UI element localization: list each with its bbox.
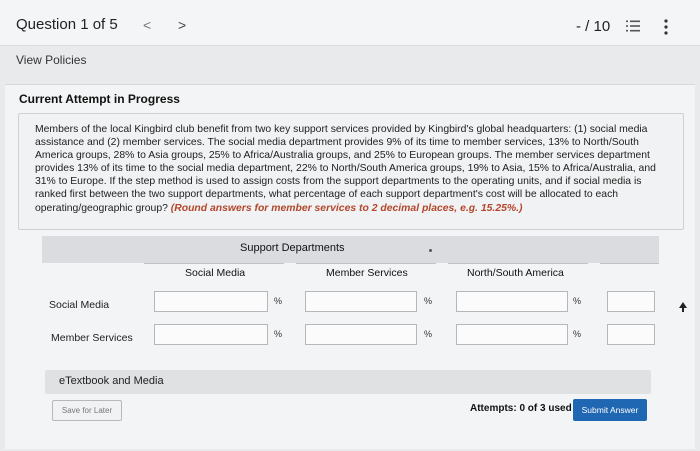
input-member-services-to-north-south-america[interactable] <box>456 324 568 345</box>
row-label-member-services: Member Services <box>51 332 133 344</box>
kebab-menu-icon[interactable] <box>664 19 668 35</box>
view-policies-link[interactable]: View Policies <box>16 53 86 67</box>
input-member-services-next-column[interactable] <box>607 324 655 345</box>
input-member-services-to-member-services[interactable] <box>305 324 417 345</box>
question-hint: (Round answers for member services to 2 … <box>170 202 523 214</box>
column-divider <box>448 263 588 264</box>
percent-sign: % <box>274 329 283 339</box>
column-divider <box>144 263 284 264</box>
percent-sign: % <box>274 296 283 306</box>
list-icon[interactable] <box>626 20 640 32</box>
percent-sign: % <box>573 296 582 306</box>
column-header-member-services: Member Services <box>326 267 408 279</box>
question-body: Members of the local Kingbird club benef… <box>35 124 656 214</box>
row-label-social-media: Social Media <box>49 299 110 311</box>
question-text: Members of the local Kingbird club benef… <box>35 123 675 215</box>
submit-answer-button[interactable]: Submit Answer <box>573 399 647 421</box>
etextbook-media-link[interactable]: eTextbook and Media <box>59 375 164 387</box>
attempts-counter: Attempts: 0 of 3 used <box>470 403 572 414</box>
attempt-status: Current Attempt in Progress <box>19 92 180 106</box>
table-header-band <box>42 236 659 263</box>
question-counter: Question 1 of 5 <box>16 16 118 33</box>
next-question-button[interactable]: > <box>178 17 186 33</box>
column-divider <box>296 263 436 264</box>
input-member-services-to-social-media[interactable] <box>154 324 268 345</box>
input-social-media-to-social-media[interactable] <box>154 291 268 312</box>
percent-sign: % <box>573 329 582 339</box>
percent-sign: % <box>424 329 433 339</box>
question-box: Members of the local Kingbird club benef… <box>18 113 684 230</box>
percent-sign: % <box>424 296 433 306</box>
column-header-north-south-america: North/South America <box>467 267 564 279</box>
input-social-media-to-north-south-america[interactable] <box>456 291 568 312</box>
top-bar: Question 1 of 5 < > - / 10 <box>0 0 700 46</box>
previous-question-button[interactable]: < <box>143 17 151 33</box>
column-header-social-media: Social Media <box>185 267 246 279</box>
column-divider <box>600 263 659 264</box>
save-for-later-button[interactable]: Save for Later <box>52 400 122 421</box>
input-social-media-next-column[interactable] <box>607 291 655 312</box>
score: - / 10 <box>576 18 611 35</box>
mouse-cursor-icon <box>679 302 687 312</box>
support-departments-header: Support Departments <box>240 242 345 254</box>
header-dot <box>429 249 432 252</box>
input-social-media-to-member-services[interactable] <box>305 291 417 312</box>
